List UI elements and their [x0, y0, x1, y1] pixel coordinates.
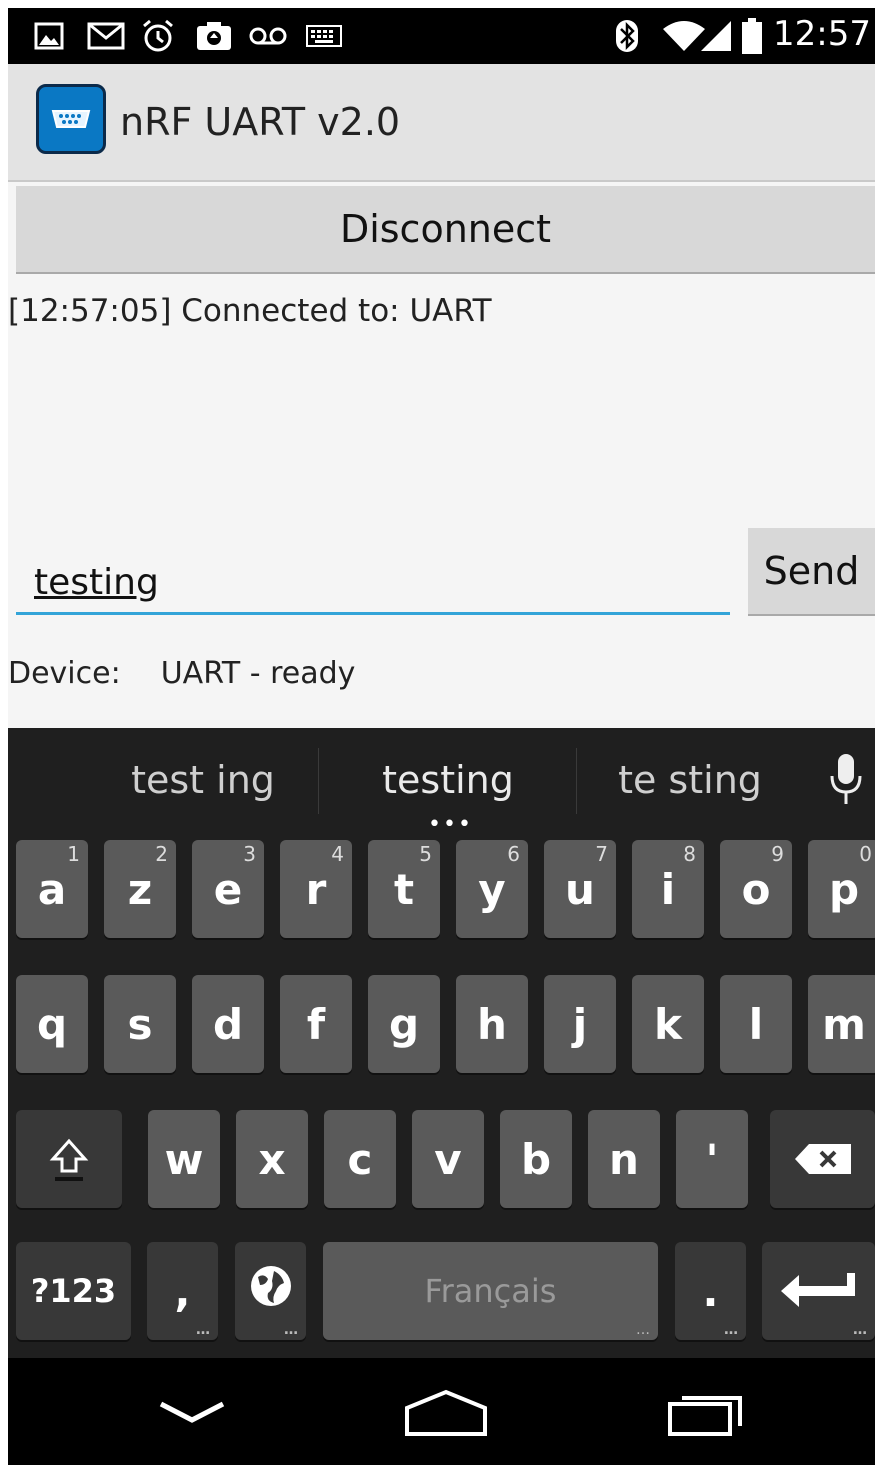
more-icon: … — [636, 1322, 650, 1338]
suggestion-item[interactable]: te sting — [600, 758, 780, 802]
key-4[interactable]: b — [500, 1110, 572, 1208]
device-status-row: Device: UART - ready — [8, 656, 355, 691]
key-number-hint: 4 — [331, 842, 344, 866]
keyboard-icon — [304, 20, 344, 52]
period-key[interactable]: .… — [675, 1242, 746, 1340]
globe-icon — [248, 1263, 294, 1319]
alarm-icon — [140, 19, 176, 52]
key-6[interactable]: j — [544, 975, 616, 1073]
key-8[interactable]: o9 — [720, 840, 792, 938]
back-icon[interactable] — [132, 1378, 252, 1448]
key-5[interactable]: n — [588, 1110, 660, 1208]
key-label: u — [565, 864, 595, 914]
key-number-hint: 8 — [683, 842, 696, 866]
key-7[interactable]: i8 — [632, 840, 704, 938]
divider — [318, 748, 319, 814]
key-0[interactable]: w — [148, 1110, 220, 1208]
action-bar: nRF UART v2.0 — [8, 64, 875, 182]
key-label: y — [478, 864, 506, 914]
battery-icon — [738, 18, 766, 54]
app-title: nRF UART v2.0 — [120, 100, 401, 144]
key-label: p — [828, 864, 860, 914]
key-5[interactable]: y6 — [456, 840, 528, 938]
home-icon[interactable] — [386, 1378, 506, 1448]
key-3[interactable]: v — [412, 1110, 484, 1208]
navigation-bar — [8, 1358, 875, 1465]
suggestion-item[interactable]: test ing — [108, 758, 298, 802]
image-icon — [32, 20, 66, 52]
key-1[interactable]: x — [236, 1110, 308, 1208]
comma-key[interactable]: ,… — [147, 1242, 218, 1340]
key-number-hint: 1 — [67, 842, 80, 866]
key-6[interactable]: u7 — [544, 840, 616, 938]
divider — [576, 748, 577, 814]
suggestion-item[interactable]: testing — [348, 758, 548, 802]
disconnect-button[interactable]: Disconnect — [16, 186, 875, 274]
key-7[interactable]: k — [632, 975, 704, 1073]
key-9[interactable]: p0 — [808, 840, 875, 938]
status-bar: 12:57 — [8, 8, 875, 64]
more-icon: … — [284, 1322, 298, 1338]
key-label: , — [174, 1266, 191, 1316]
camera-icon — [194, 20, 234, 52]
key-5[interactable]: h — [456, 975, 528, 1073]
key-label: . — [702, 1266, 719, 1316]
key-4[interactable]: g — [368, 975, 440, 1073]
key-label: o — [741, 864, 771, 914]
key-0[interactable]: q — [16, 975, 88, 1073]
key-4[interactable]: t5 — [368, 840, 440, 938]
key-2[interactable]: c — [324, 1110, 396, 1208]
backspace-key[interactable] — [770, 1110, 875, 1208]
enter-key[interactable]: … — [762, 1242, 875, 1340]
soft-keyboard: test ing testing ••• te sting a1z2e3r4t5… — [8, 728, 875, 1358]
more-icon: … — [196, 1322, 210, 1338]
microphone-icon[interactable] — [826, 752, 866, 812]
key-3[interactable]: f — [280, 975, 352, 1073]
key-8[interactable]: l — [720, 975, 792, 1073]
suggestion-strip: test ing testing ••• te sting — [8, 728, 875, 837]
serial-port-icon — [36, 84, 106, 154]
key-2[interactable]: d — [192, 975, 264, 1073]
device-status: UART - ready — [160, 656, 356, 691]
space-key[interactable]: Français … — [323, 1242, 658, 1340]
key-6[interactable]: ' — [676, 1110, 748, 1208]
key-9[interactable]: m — [808, 975, 875, 1073]
symbols-key[interactable]: ?123 — [16, 1242, 131, 1340]
key-label: e — [213, 864, 243, 914]
more-icon: … — [853, 1322, 867, 1338]
key-1[interactable]: z2 — [104, 840, 176, 938]
screen: 12:57 nRF UART v2.0 Disconnect [12:57:05… — [8, 8, 875, 1465]
key-label: i — [660, 864, 676, 914]
shift-key[interactable] — [16, 1110, 122, 1208]
key-2[interactable]: e3 — [192, 840, 264, 938]
key-number-hint: 6 — [507, 842, 520, 866]
more-suggestions-icon: ••• — [428, 812, 473, 837]
send-button[interactable]: Send — [748, 528, 875, 616]
key-label: r — [305, 864, 327, 914]
key-label: Français — [424, 1272, 557, 1310]
key-1[interactable]: s — [104, 975, 176, 1073]
key-0[interactable]: a1 — [16, 840, 88, 938]
more-icon: … — [724, 1322, 738, 1338]
bluetooth-icon — [612, 20, 642, 52]
voicemail-icon — [248, 20, 288, 52]
clock: 12:57 — [773, 14, 871, 54]
key-number-hint: 9 — [771, 842, 784, 866]
key-label: t — [393, 864, 415, 914]
language-key[interactable]: … — [235, 1242, 306, 1340]
key-number-hint: 7 — [595, 842, 608, 866]
log-line: [12:57:05] Connected to: UART — [8, 293, 492, 329]
gmail-icon — [86, 20, 126, 52]
message-input[interactable] — [16, 553, 730, 615]
key-number-hint: 2 — [155, 842, 168, 866]
key-3[interactable]: r4 — [280, 840, 352, 938]
device-label: Device: — [8, 656, 121, 691]
key-label: z — [127, 864, 153, 914]
recents-icon[interactable] — [648, 1378, 768, 1448]
key-number-hint: 0 — [859, 842, 872, 866]
key-number-hint: 3 — [243, 842, 256, 866]
key-label: a — [37, 864, 67, 914]
signal-icon — [698, 20, 734, 52]
key-number-hint: 5 — [419, 842, 432, 866]
